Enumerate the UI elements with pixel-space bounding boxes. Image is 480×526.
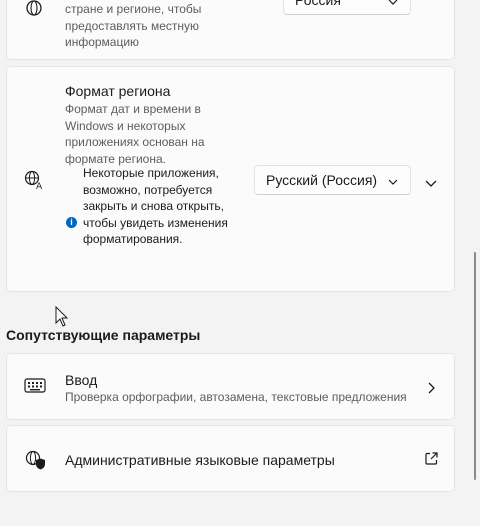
chevron-down-icon [388,0,398,8]
country-region-dropdown[interactable]: Россия [283,0,411,15]
globe-icon [25,0,43,22]
input-settings-card[interactable]: Ввод Проверка орфографии, автозамена, те… [6,353,455,420]
keyboard-icon [24,378,46,399]
country-region-description: стране и регионе, чтобы предоставлять ме… [65,2,202,49]
region-format-icon: A [24,170,46,195]
regional-format-dropdown[interactable]: Русский (Россия) [254,165,411,195]
chevron-down-icon [388,172,398,188]
country-region-card: стране и регионе, чтобы предоставлять ме… [6,0,455,60]
input-settings-title: Ввод [65,372,98,388]
svg-text:A: A [36,182,43,190]
regional-format-dropdown-value: Русский (Россия) [266,172,378,188]
regional-format-title: Формат региона [65,83,171,99]
shield-globe-icon [25,450,45,475]
related-settings-heading: Сопутствующие параметры [6,327,201,343]
restart-apps-info-text: Некоторые приложения, возможно, потребуе… [83,166,228,246]
regional-format-description: Формат дат и времени в Windows и некотор… [65,102,205,166]
admin-language-settings-title: Административные языковые параметры [65,452,335,468]
info-icon: i [66,217,77,228]
country-region-dropdown-value: Россия [295,0,341,8]
admin-language-settings-card[interactable]: Административные языковые параметры [6,425,455,492]
expand-chevron-icon[interactable] [425,175,437,193]
vertical-scrollbar[interactable] [474,252,476,480]
external-link-icon [425,452,438,470]
input-settings-subtitle: Проверка орфографии, автозамена, текстов… [65,390,407,404]
regional-format-card: A Формат региона Формат дат и времени в … [6,66,455,292]
chevron-right-icon [428,381,435,399]
